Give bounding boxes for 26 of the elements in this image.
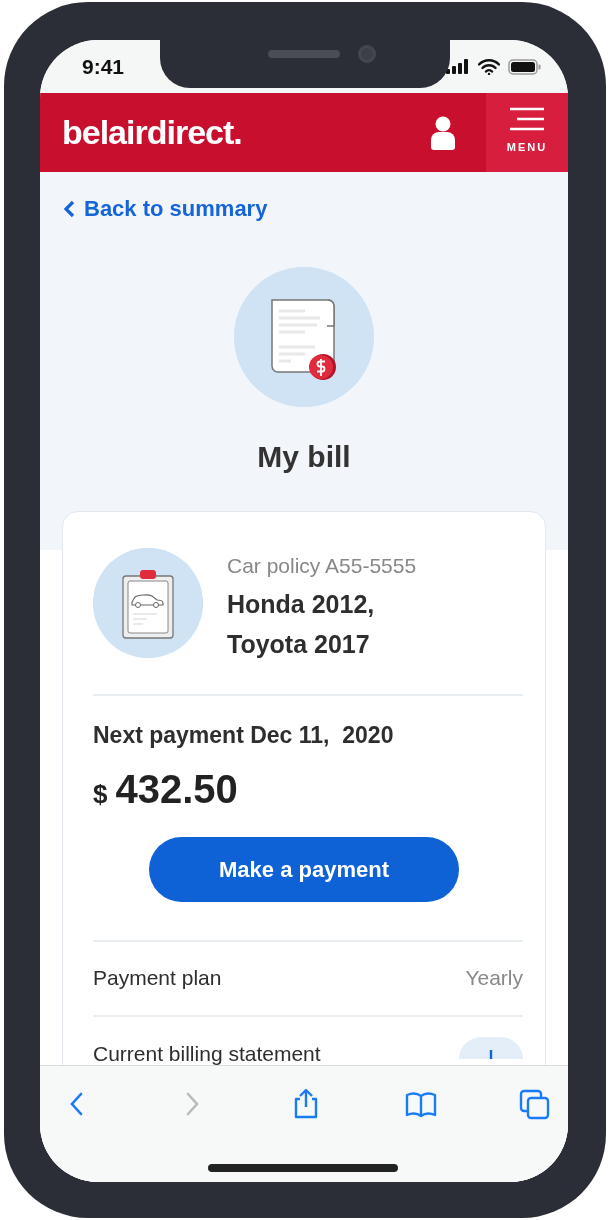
battery-icon — [508, 58, 542, 75]
make-payment-button[interactable]: Make a payment — [149, 836, 459, 902]
detail-label: Current billing statement — [93, 1041, 321, 1068]
menu-icon — [509, 107, 545, 131]
signal-icon — [446, 59, 470, 74]
tabs-icon — [518, 1088, 552, 1122]
back-icon — [70, 1092, 84, 1118]
next-payment-date: Next payment Dec 11, 2020 — [93, 721, 395, 750]
amount-due: 432.50 — [115, 765, 238, 813]
detail-label: Payment plan — [93, 965, 222, 992]
forward-icon — [184, 1092, 199, 1118]
wifi-icon — [478, 58, 500, 75]
tabs-button[interactable] — [518, 1088, 552, 1122]
vehicle-name: Honda 2012, — [227, 589, 376, 620]
policy-clipboard-icon — [93, 548, 203, 658]
status-time: 9:41 — [82, 53, 125, 80]
user-icon[interactable] — [430, 115, 456, 150]
vehicle-name: Toyota 2017 — [227, 629, 371, 660]
logo[interactable]: belairdirect. — [40, 107, 242, 158]
chevron-left-icon — [62, 200, 76, 218]
page-title: My bill — [256, 439, 352, 475]
currency-symbol: $ — [93, 777, 108, 811]
back-link[interactable]: Back to summary — [62, 194, 268, 224]
menu-button[interactable]: MENU — [486, 93, 568, 172]
policy-label: Car policy A55-5555 — [227, 553, 417, 579]
detail-value: Yearly — [465, 965, 523, 992]
